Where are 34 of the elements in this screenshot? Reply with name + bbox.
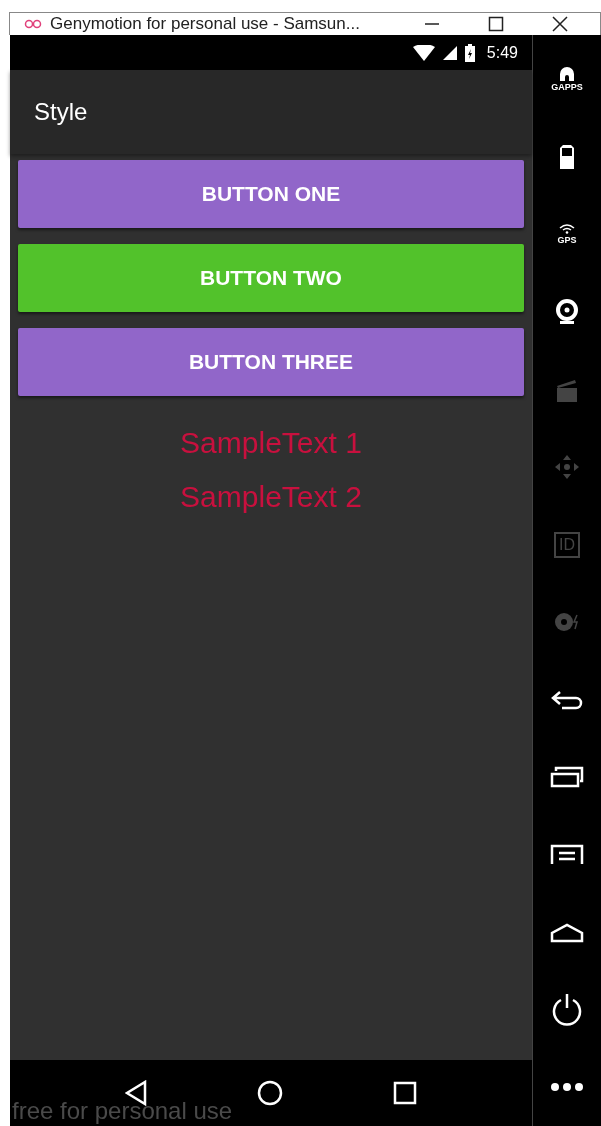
tool-label: GPS xyxy=(557,235,577,246)
maximize-icon[interactable] xyxy=(487,16,504,32)
recents-icon[interactable] xyxy=(393,1081,417,1105)
id-label: ID xyxy=(554,531,580,558)
action-button[interactable]: BUTTON ONE xyxy=(18,160,524,228)
power-icon xyxy=(550,992,584,1027)
close-icon[interactable] xyxy=(551,16,568,32)
clapperboard-icon xyxy=(555,377,579,402)
status-time: 5:49 xyxy=(486,43,518,62)
gps-tool[interactable]: GPS xyxy=(533,196,601,274)
sample-text: SampleText 1 xyxy=(180,426,362,460)
action-button[interactable]: BUTTON TWO xyxy=(18,244,524,312)
dpad-icon xyxy=(554,454,580,481)
more-icon xyxy=(551,1083,583,1092)
recents-icon xyxy=(550,766,584,789)
battery-icon xyxy=(560,145,574,170)
infinity-logo-icon xyxy=(24,19,42,29)
window-title: Genymotion for personal use - Samsun... xyxy=(50,14,360,34)
back-icon xyxy=(550,689,584,710)
sample-text: SampleText 2 xyxy=(180,480,362,514)
home-icon xyxy=(550,921,584,944)
menu-icon xyxy=(550,843,584,866)
tool-label: GAPPS xyxy=(551,82,583,93)
disc-icon xyxy=(554,612,580,633)
gapps-tool[interactable]: GAPPS xyxy=(533,41,601,119)
signal-icon xyxy=(442,45,457,60)
action-button[interactable]: BUTTON THREE xyxy=(18,328,524,396)
wifi-icon xyxy=(412,44,435,61)
wifi-icon xyxy=(559,224,575,235)
home-icon[interactable] xyxy=(257,1080,283,1106)
webcam-icon xyxy=(555,299,579,326)
app-title: Style xyxy=(34,98,88,126)
overlay-text: free for personal use xyxy=(12,1097,233,1125)
battery-charging-icon xyxy=(464,43,475,62)
